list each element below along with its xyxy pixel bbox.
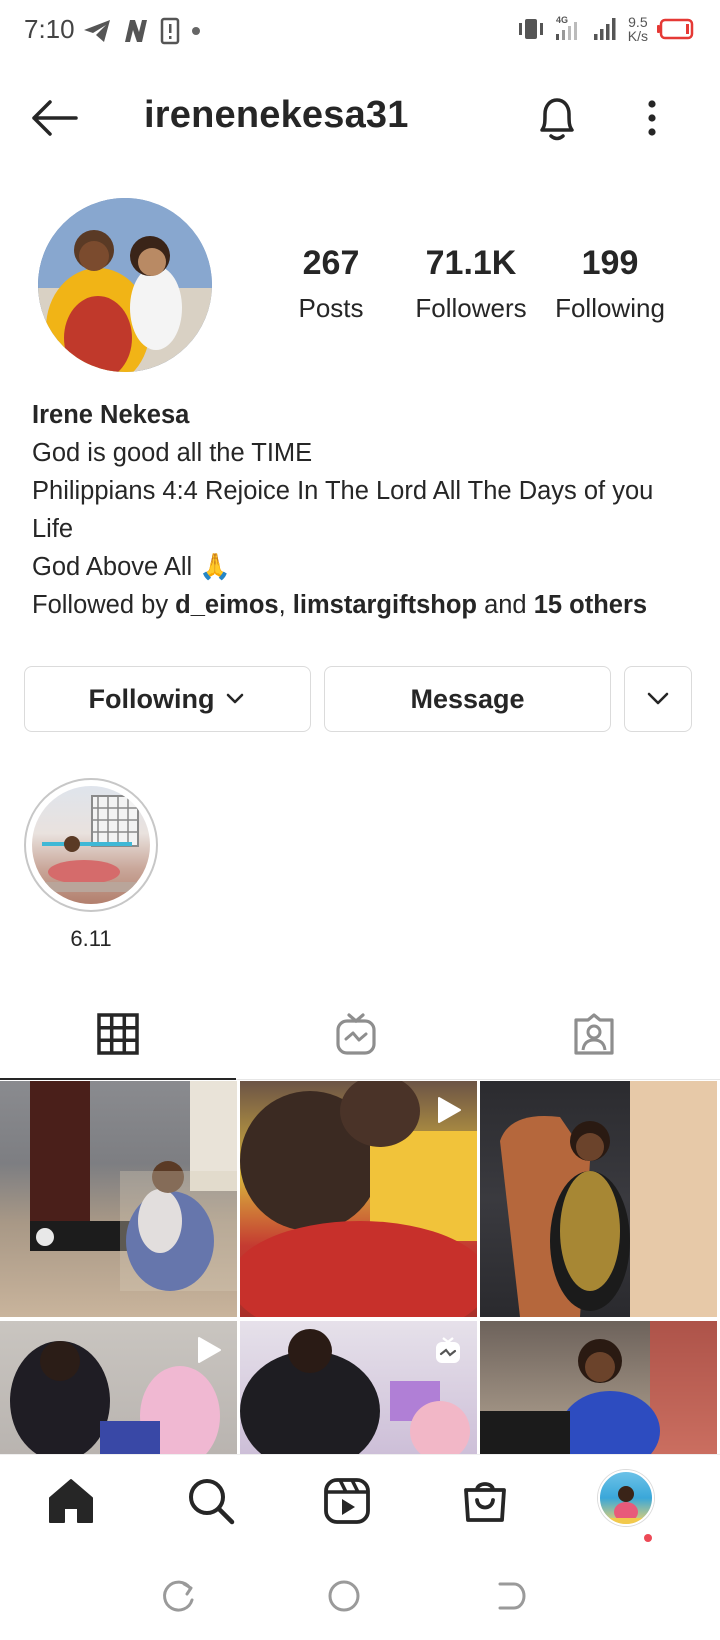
signal-4g-icon: 4G [555, 15, 577, 40]
bio-line: Philippians 4:4 Rejoice In The Lord All … [32, 477, 654, 543]
followed-by-separator: , [278, 591, 293, 619]
reels-icon[interactable] [322, 1476, 372, 1526]
nav-avatar-photo [600, 1486, 652, 1524]
followed-by-others[interactable]: 15 others [534, 591, 647, 619]
stat-posts[interactable]: 267 Posts [276, 244, 386, 324]
story-highlight-image[interactable] [32, 786, 150, 904]
following-label: Following [555, 293, 665, 323]
avatar-photo [38, 198, 212, 372]
profile-bio: Irene Nekesa God is good all the TIME Ph… [32, 396, 692, 624]
following-button[interactable]: Following [24, 666, 311, 732]
video-play-icon [198, 1337, 221, 1363]
stat-followers[interactable]: 71.1K Followers [396, 244, 546, 324]
post-tile-video[interactable] [240, 1081, 477, 1317]
profile-avatar-nav[interactable] [598, 1470, 654, 1526]
igtv-badge-icon [436, 1337, 460, 1363]
posts-label: Posts [298, 293, 364, 323]
followed-by-and: and [476, 591, 534, 619]
message-button[interactable]: Message [324, 666, 611, 732]
profile-username: irenenekesa31 [144, 94, 409, 136]
n-app-icon [125, 20, 147, 42]
active-tab-indicator [0, 1078, 236, 1080]
followed-by-user[interactable]: d_eimos [175, 591, 278, 619]
highlight-photo [42, 795, 142, 892]
followers-label: Followers [415, 293, 527, 323]
posts-count: 267 [302, 244, 360, 282]
status-left-icons [82, 16, 202, 46]
vibrate-icon [518, 19, 543, 39]
shop-icon[interactable] [460, 1476, 510, 1526]
message-button-label: Message [410, 683, 525, 714]
chevron-down-icon [647, 692, 669, 705]
post-tile-video[interactable] [0, 1321, 237, 1454]
post-image [480, 1321, 717, 1454]
post-tile-igtv[interactable] [240, 1321, 477, 1454]
followed-by[interactable]: Followed by d_eimos, limstargiftshop and… [32, 586, 692, 624]
grid-icon[interactable] [96, 1012, 140, 1056]
back-nav-icon[interactable] [492, 1578, 528, 1614]
followers-count: 71.1K [425, 244, 517, 282]
svg-text:4G: 4G [556, 15, 568, 25]
more-vertical-icon[interactable] [642, 98, 662, 138]
stat-following[interactable]: 199 Following [548, 244, 672, 324]
bell-icon[interactable] [534, 94, 580, 144]
post-tile[interactable] [0, 1081, 237, 1317]
chevron-down-icon [227, 693, 244, 704]
profile-avatar[interactable] [38, 198, 212, 372]
speed-unit: K/s [627, 28, 648, 44]
recent-apps-icon[interactable] [160, 1578, 196, 1614]
video-play-icon [438, 1097, 461, 1123]
post-image [30, 1081, 237, 1291]
sim-alert-icon [160, 17, 180, 45]
status-right-icons: 4G 9.5 K/s [516, 14, 694, 44]
bio-line: God Above All 🙏 [32, 553, 232, 581]
following-count: 199 [581, 244, 639, 282]
profile-full-name: Irene Nekesa [32, 401, 190, 429]
story-highlight-label: 6.11 [70, 926, 112, 951]
signal-bars-icon [593, 18, 616, 40]
post-tile[interactable] [480, 1321, 717, 1454]
speed-value: 9.5 [628, 14, 648, 30]
tagged-icon[interactable] [572, 1012, 616, 1056]
search-icon[interactable] [186, 1476, 236, 1526]
following-button-label: Following [88, 683, 215, 714]
dot-icon [192, 27, 200, 35]
post-image [500, 1081, 717, 1317]
notification-dot [644, 1534, 652, 1542]
home-button-icon[interactable] [326, 1578, 362, 1614]
followed-by-prefix: Followed by [32, 591, 176, 619]
home-icon[interactable] [46, 1476, 96, 1526]
back-arrow-icon[interactable] [28, 96, 80, 140]
suggested-accounts-button[interactable] [624, 666, 692, 732]
telegram-icon [84, 20, 110, 42]
battery-low-icon [657, 18, 694, 40]
bio-line: God is good all the TIME [32, 439, 313, 467]
followed-by-user[interactable]: limstargiftshop [293, 591, 477, 619]
status-time: 7:10 [24, 14, 75, 44]
igtv-icon[interactable] [334, 1012, 378, 1056]
network-speed: 9.5 K/s [628, 15, 648, 43]
post-tile[interactable] [480, 1081, 717, 1317]
